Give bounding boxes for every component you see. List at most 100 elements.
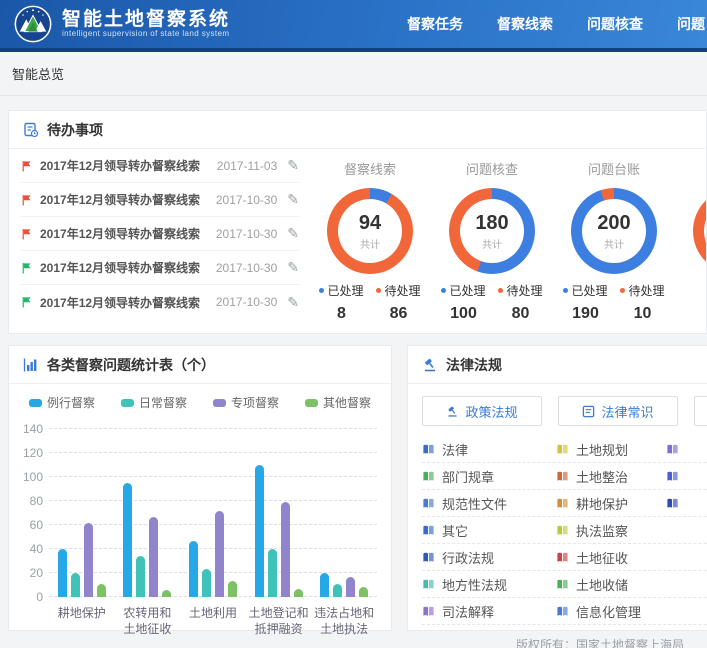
todo-row[interactable]: 2017年12月领导转办督察线索 2017-10-30 ✎ [21, 251, 299, 285]
legend-marker [121, 399, 134, 407]
donut-total: 180 [475, 212, 508, 235]
legend-dot [319, 288, 324, 293]
law-item[interactable]: 土地收储 [556, 575, 666, 594]
bar [294, 589, 303, 597]
law-panel: 法律法规 政策法规 法律常识 法律土地规划部门规章土 [407, 345, 707, 631]
law-item-label: 土地收储 [576, 575, 628, 594]
bar [255, 465, 264, 597]
todo-item-title: 2017年12月领导转办督察线索 [40, 259, 210, 276]
y-axis-tick: 140 [17, 422, 43, 436]
nav-item-issue-verification[interactable]: 问题核查 [587, 14, 643, 34]
law-item[interactable]: 土地征收 [556, 548, 666, 567]
law-item[interactable]: 执法监察 [556, 521, 666, 540]
law-item[interactable]: 法律 [422, 440, 556, 459]
donut-total: 94 [359, 212, 381, 235]
bar-chart-title: 各类督察问题统计表（个） [47, 355, 215, 375]
donut-center: 180 共计 [449, 188, 535, 274]
gavel-icon [446, 405, 459, 418]
law-item[interactable] [666, 470, 707, 483]
policy-regulations-button[interactable]: 政策法规 [422, 396, 542, 426]
donut-ring: 180 共计 [449, 188, 535, 274]
book-icon [556, 551, 569, 564]
law-panel-header: 法律法规 [408, 346, 707, 384]
edit-pencil-icon[interactable]: ✎ [287, 259, 299, 276]
legal-knowledge-button[interactable]: 法律常识 [558, 396, 678, 426]
law-item-label: 司法解释 [442, 602, 494, 621]
todo-panel: 待办事项 2017年12月领导转办督察线索 2017-11-03 ✎ 2017年… [8, 110, 707, 334]
law-item[interactable]: 土地规划 [556, 440, 666, 459]
law-row: 地方性法规 土地收储 [422, 571, 707, 598]
legend-item-special[interactable]: 专项督察 [213, 394, 279, 411]
book-icon [556, 605, 569, 618]
edit-pencil-icon[interactable]: ✎ [287, 225, 299, 242]
stat-value: 190 [563, 305, 607, 323]
todo-row[interactable]: 2017年12月领导转办督察线索 2017-11-03 ✎ [21, 149, 299, 183]
brand-text: 智能土地督察系统 intelligent supervision of stat… [62, 10, 230, 39]
nav-item-supervision-clues[interactable]: 督察线索 [497, 14, 553, 34]
bar-group [115, 483, 181, 597]
stat-value: 80 [498, 305, 542, 323]
law-row: 部门规章 土地整治 [422, 463, 707, 490]
law-item[interactable]: 土地整治 [556, 467, 666, 486]
law-item[interactable]: 部门规章 [422, 467, 556, 486]
category-label: 耕地保护 [49, 605, 115, 637]
legend-item-daily[interactable]: 日常督察 [121, 394, 187, 411]
law-buttons: 政策法规 法律常识 [408, 384, 707, 436]
bar-categories: 耕地保护农转用和 土地征收土地利用土地登记和 抵押融资违法占地和 土地执法 [49, 605, 377, 637]
law-item[interactable]: 司法解释 [422, 602, 556, 621]
donut-stats: 已处理 190 待处理 10 [553, 282, 675, 323]
legend-label: 其他督察 [323, 394, 371, 411]
donut-ring [693, 188, 706, 274]
todo-row[interactable]: 2017年12月领导转办督察线索 2017-10-30 ✎ [21, 217, 299, 251]
bar [136, 556, 145, 597]
book-icon [422, 443, 435, 456]
todo-item-title: 2017年12月领导转办督察线索 [40, 294, 210, 311]
donut-block-supervision-clues: 督察线索 94 共计 已处理 8 待处理 86 [309, 159, 431, 333]
law-item[interactable] [666, 443, 707, 456]
logo: 智能土地督察系统 intelligent supervision of stat… [14, 5, 230, 43]
law-item[interactable]: 耕地保护 [556, 494, 666, 513]
edit-pencil-icon[interactable]: ✎ [287, 157, 299, 174]
book-icon [556, 578, 569, 591]
y-axis-tick: 60 [17, 518, 43, 532]
nav-item-issue-cutoff[interactable]: 问题 [677, 14, 705, 34]
y-axis-tick: 80 [17, 494, 43, 508]
law-button-clipped[interactable] [694, 396, 707, 426]
bar [162, 590, 171, 597]
legend-marker [213, 399, 226, 407]
todo-list-icon [23, 122, 39, 138]
legend-dot [441, 288, 446, 293]
nav-item-supervision-tasks[interactable]: 督察任务 [407, 14, 463, 34]
law-item[interactable]: 规范性文件 [422, 494, 556, 513]
law-item-label: 土地整治 [576, 467, 628, 486]
bar [228, 581, 237, 597]
book-icon [422, 524, 435, 537]
stat-pending: 待处理 10 [620, 282, 664, 323]
stat-value: 100 [441, 305, 485, 323]
bar-group [180, 511, 246, 597]
law-item[interactable]: 其它 [422, 521, 556, 540]
flag-icon [21, 160, 33, 172]
todo-row[interactable]: 2017年12月领导转办督察线索 2017-10-30 ✎ [21, 183, 299, 217]
legend-dot [563, 288, 568, 293]
law-item[interactable]: 信息化管理 [556, 602, 666, 621]
law-item[interactable] [666, 497, 707, 510]
legend-item-other[interactable]: 其他督察 [305, 394, 371, 411]
book-icon [556, 524, 569, 537]
legend-label: 专项督察 [231, 394, 279, 411]
legend-dot [376, 288, 381, 293]
law-item[interactable]: 地方性法规 [422, 575, 556, 594]
law-item[interactable]: 行政法规 [422, 548, 556, 567]
donut-total-label: 共计 [360, 236, 380, 251]
book-icon [666, 470, 679, 483]
legend-marker [305, 399, 318, 407]
edit-pencil-icon[interactable]: ✎ [287, 294, 299, 311]
donut-block-issue-ledger: 问题台账 200 共计 已处理 190 待处理 10 [553, 159, 675, 333]
legend-item-routine[interactable]: 例行督察 [29, 394, 95, 411]
todo-row[interactable]: 2017年12月领导转办督察线索 2017-10-30 ✎ [21, 285, 299, 319]
edit-pencil-icon[interactable]: ✎ [287, 191, 299, 208]
law-item-label: 信息化管理 [576, 602, 641, 621]
legend-dot [498, 288, 503, 293]
todo-item-date: 2017-10-30 [216, 261, 277, 275]
logo-emblem-icon [14, 5, 52, 43]
